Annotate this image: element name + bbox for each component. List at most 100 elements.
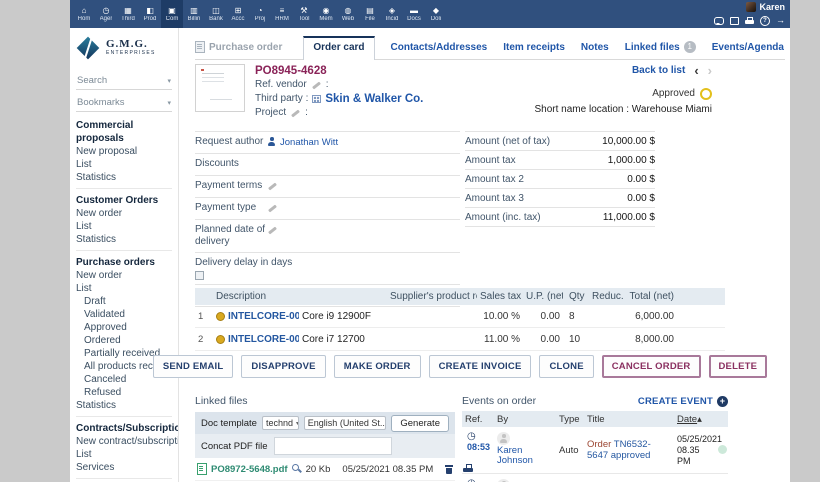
preview-icon[interactable] xyxy=(292,464,302,474)
tab-bar: Purchase order Order cardContacts/Addres… xyxy=(195,37,785,60)
sidebar-item[interactable]: List xyxy=(76,220,172,233)
sidebar-item[interactable]: Refused xyxy=(76,386,172,399)
menu-documents[interactable]: ▬Docs xyxy=(403,0,425,28)
third-party-row: Third party : Skin & Walker Co. xyxy=(255,92,423,106)
search-dropdown[interactable]: Search ▾ xyxy=(76,72,172,90)
user-menu[interactable]: Karen xyxy=(746,2,785,12)
sidebar: G.M.G. ENTERPRISES Search ▾ Bookmarks ▾ … xyxy=(70,28,179,482)
sidebar-item[interactable]: Statistics xyxy=(76,399,172,412)
product-ref-link[interactable]: INTELCORE-003 xyxy=(228,334,299,345)
sidebar-item[interactable]: New contract/subscription xyxy=(76,435,172,448)
sidebar-item[interactable]: Services xyxy=(76,461,172,474)
edit-pencil-icon[interactable] xyxy=(267,225,278,235)
file-link[interactable]: PO8972-5648.pdf xyxy=(211,464,288,475)
menu-members[interactable]: ◉Mem xyxy=(315,0,337,28)
sidebar-item[interactable]: Validated xyxy=(76,308,172,321)
menu-agenda[interactable]: ◷Ager xyxy=(95,0,117,28)
sidebar-section: Contracts/SubscriptionsNew contract/subs… xyxy=(76,416,172,478)
menu-home[interactable]: ⌂Hom xyxy=(73,0,95,28)
field-label: Planned date of delivery xyxy=(195,224,267,248)
logo-icon xyxy=(76,36,102,62)
template-select[interactable]: technd ▾ xyxy=(262,416,299,430)
tab-contacts-addresses[interactable]: Contacts/Addresses xyxy=(391,42,488,59)
tab-linked-files[interactable]: Linked files1 xyxy=(625,41,696,59)
document-thumbnail[interactable] xyxy=(195,64,245,112)
sidebar-item[interactable]: New proposal xyxy=(76,145,172,158)
products-header: DescriptionSupplier's product ref.Sales … xyxy=(195,288,725,305)
menu-hrm[interactable]: ≡HRM xyxy=(271,0,293,28)
tab-order-card[interactable]: Order card xyxy=(303,36,374,60)
menu-accounting[interactable]: ⊞Accc xyxy=(227,0,249,28)
edit-pencil-icon[interactable] xyxy=(267,203,278,213)
menu-products[interactable]: ◧Prod xyxy=(139,0,161,28)
print-icon[interactable] xyxy=(745,20,754,24)
linked-files-title: Linked files xyxy=(195,395,455,407)
back-to-list-link[interactable]: Back to list xyxy=(632,64,685,77)
sidebar-item[interactable]: Ordered xyxy=(76,334,172,347)
menu-tools[interactable]: ⚒Tool xyxy=(293,0,315,28)
help-icon[interactable]: ? xyxy=(760,16,770,26)
edit-pencil-icon[interactable] xyxy=(290,108,301,118)
sidebar-item[interactable]: List xyxy=(76,282,172,295)
virtualcard-icon[interactable] xyxy=(730,17,739,25)
logo-line2: ENTERPRISES xyxy=(106,49,156,58)
sidebar-item[interactable]: Draft xyxy=(76,295,172,308)
logout-icon[interactable]: → xyxy=(776,16,785,25)
events-header-title: Title xyxy=(584,414,674,425)
doc-template-label: Doc template xyxy=(201,418,257,429)
cancel-order-button[interactable]: CANCEL ORDER xyxy=(602,355,701,378)
chevron-left-icon[interactable]: ‹ xyxy=(694,66,698,76)
menu-billing[interactable]: ▥Billin xyxy=(183,0,205,28)
tab-item-receipts[interactable]: Item receipts xyxy=(503,42,565,59)
concat-pdf-input[interactable] xyxy=(274,437,392,455)
clone-button[interactable]: CLONE xyxy=(539,355,593,378)
menu-website[interactable]: ◍Web xyxy=(337,0,359,28)
help-icon[interactable] xyxy=(195,271,204,280)
menu-files[interactable]: ▤File xyxy=(359,0,381,28)
create-event-button[interactable]: CREATE EVENT + xyxy=(638,396,728,407)
disapprove-button[interactable]: DISAPPROVE xyxy=(241,355,325,378)
event-time-link[interactable]: 08:53 xyxy=(467,442,491,452)
bookmarks-dropdown[interactable]: Bookmarks ▾ xyxy=(76,94,172,112)
make-order-button[interactable]: MAKE ORDER xyxy=(334,355,421,378)
menu-tickets[interactable]: ◈Incid xyxy=(381,0,403,28)
chat-icon[interactable] xyxy=(714,17,724,25)
event-user-link[interactable]: Karen Johnson xyxy=(497,445,533,466)
sidebar-item[interactable]: Statistics xyxy=(76,171,172,184)
menu-commercial[interactable]: ▣Com xyxy=(161,0,183,28)
edit-pencil-icon[interactable] xyxy=(267,181,278,191)
generate-button[interactable]: Generate xyxy=(391,415,449,432)
sidebar-section: Commercial proposalsNew proposalListStat… xyxy=(76,114,172,188)
create-invoice-button[interactable]: CREATE INVOICE xyxy=(429,355,532,378)
sidebar-item[interactable]: Statistics xyxy=(76,233,172,246)
company-logo[interactable]: G.M.G. ENTERPRISES xyxy=(70,28,178,68)
top-menubar: ⌂Hom◷Ager▦Third◧Prod▣Com▥Billin◫Bank⊞Acc… xyxy=(70,0,790,28)
edit-pencil-icon[interactable] xyxy=(311,80,322,90)
order-banner: PO8945-4628 Ref. vendor : Third party : … xyxy=(195,64,790,128)
menu-dolibarr[interactable]: ◆Doli xyxy=(425,0,447,28)
delete-file-icon[interactable] xyxy=(445,464,453,474)
send-email-button[interactable]: SEND EMAIL xyxy=(153,355,234,378)
third-party-link[interactable]: Skin & Walker Co. xyxy=(325,92,423,106)
events-header-date-sort[interactable]: Date▴ xyxy=(674,414,718,425)
product-ref-link[interactable]: INTELCORE-002 xyxy=(228,311,299,322)
menu-bank[interactable]: ◫Bank xyxy=(205,0,227,28)
menu-third-parties[interactable]: ▦Third xyxy=(117,0,139,28)
amount-label: Amount tax 2 xyxy=(465,174,524,185)
language-select[interactable]: English (United St... ▾ xyxy=(304,416,387,430)
sidebar-item[interactable]: Approved xyxy=(76,321,172,334)
clock-icon: ◷ xyxy=(467,432,491,442)
amount-row: Amount tax 30.00 $ xyxy=(465,189,655,208)
sidebar-item[interactable]: New order xyxy=(76,269,172,282)
chevron-right-icon[interactable]: › xyxy=(708,66,712,76)
tickets-icon: ◈ xyxy=(389,6,395,15)
menu-projects[interactable]: ◔Proj xyxy=(249,0,271,28)
delete-button[interactable]: DELETE xyxy=(709,355,768,378)
request-author-link[interactable]: Jonathan Witt xyxy=(280,137,338,148)
tab-notes[interactable]: Notes xyxy=(581,42,609,59)
tab-events-agenda[interactable]: Events/Agenda xyxy=(712,42,784,59)
sidebar-item[interactable]: New order xyxy=(76,207,172,220)
sidebar-item[interactable]: List xyxy=(76,448,172,461)
sidebar-item[interactable]: List xyxy=(76,158,172,171)
amount-label: Amount (inc. tax) xyxy=(465,212,541,223)
